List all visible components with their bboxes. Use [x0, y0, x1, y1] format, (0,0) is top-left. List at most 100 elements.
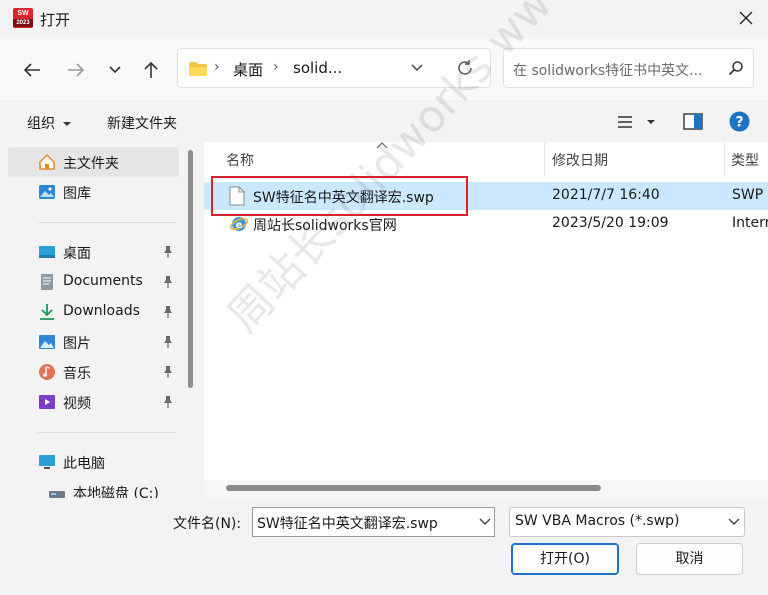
pin-icon[interactable] [162, 365, 174, 379]
sidebar-item-music[interactable]: 音乐 [8, 357, 179, 387]
annotation-highlight-box [211, 176, 468, 216]
arrow-up-icon [144, 61, 158, 78]
arrow-right-icon [68, 63, 85, 77]
cancel-button[interactable]: 取消 [636, 543, 743, 575]
sort-ascending-icon [376, 142, 388, 149]
svg-text:e: e [236, 220, 243, 231]
sidebar-item-documents[interactable]: Documents [8, 267, 179, 297]
sidebar-item-label: 桌面 [63, 246, 91, 262]
chevron-down-icon [109, 66, 121, 74]
sidebar-item-downloads[interactable]: Downloads [8, 297, 179, 327]
recent-locations-button[interactable] [101, 56, 129, 84]
up-button[interactable] [137, 56, 165, 84]
home-icon [39, 153, 55, 170]
file-modified: 2021/7/7 16:40 [552, 187, 660, 203]
preview-pane-icon[interactable] [683, 113, 703, 130]
folder-icon [189, 62, 207, 76]
column-header-type[interactable]: 类型 [725, 142, 768, 176]
solidworks-app-icon: SW 2023 [13, 8, 33, 28]
internet-shortcut-icon: e [229, 217, 249, 231]
dialog-footer: 文件名(N): SW特征名中英文翻译宏.swp SW VBA Macros (*… [0, 498, 768, 595]
sidebar-item-label: 主文件夹 [63, 156, 119, 172]
refresh-icon[interactable] [456, 59, 474, 77]
filename-value: SW特征名中英文翻译宏.swp [257, 516, 438, 532]
view-list-icon[interactable] [617, 115, 633, 129]
pin-icon[interactable] [162, 335, 174, 349]
sidebar-scrollbar[interactable] [188, 150, 193, 388]
breadcrumb-current-folder[interactable]: solid... [293, 59, 342, 77]
breadcrumb-desktop[interactable]: 桌面 [233, 59, 263, 80]
pin-icon[interactable] [162, 275, 174, 289]
sidebar-item-label: 此电脑 [63, 456, 105, 472]
downloads-icon [40, 304, 54, 320]
sidebar-item-gallery[interactable]: 图库 [8, 177, 179, 207]
pictures-icon [39, 335, 55, 349]
pin-icon[interactable] [162, 395, 174, 409]
view-options-caret-icon[interactable] [646, 118, 656, 126]
organize-menu[interactable]: 组织 [27, 113, 72, 133]
breadcrumb-separator-icon: › [214, 59, 220, 75]
svg-text:?: ? [735, 115, 743, 131]
sidebar-item-label: Downloads [63, 303, 140, 319]
sidebar-item-local-disk[interactable]: 本地磁盘 (C:) [18, 477, 189, 498]
sidebar-item-this-pc[interactable]: 此电脑 [8, 447, 179, 477]
address-history-chevron-icon[interactable] [410, 61, 424, 75]
sidebar-item-label: 音乐 [63, 366, 91, 382]
sidebar-item-label: Documents [63, 273, 143, 289]
column-header-label: 类型 [731, 153, 759, 169]
file-type: SWP [732, 187, 764, 203]
window-title: 打开 [40, 11, 71, 29]
column-header-modified[interactable]: 修改日期 [545, 142, 725, 176]
organize-label: 组织 [27, 116, 55, 132]
sidebar-item-pictures[interactable]: 图片 [8, 327, 179, 357]
new-folder-button[interactable]: 新建文件夹 [107, 113, 177, 133]
command-toolbar: 组织 新建文件夹 ? [0, 100, 768, 142]
pin-icon[interactable] [162, 305, 174, 319]
open-button[interactable]: 打开(O) [511, 543, 619, 575]
column-header-name[interactable]: 名称 [204, 142, 544, 176]
help-icon[interactable]: ? [729, 111, 750, 132]
sidebar-item-label: 图片 [63, 336, 91, 352]
breadcrumb-separator-icon: › [273, 59, 279, 75]
close-button[interactable] [728, 2, 764, 34]
sidebar-divider [38, 432, 176, 433]
horizontal-scrollbar[interactable] [226, 485, 601, 491]
column-header-label: 修改日期 [552, 153, 608, 169]
drive-icon [49, 491, 65, 498]
sidebar-item-label: 视频 [63, 396, 91, 412]
arrow-left-icon [23, 63, 40, 77]
address-bar[interactable]: › 桌面 › solid... [177, 48, 491, 88]
column-header-label: 名称 [226, 153, 254, 169]
computer-icon [39, 455, 55, 469]
gallery-icon [39, 185, 55, 199]
file-modified: 2023/5/20 19:09 [552, 215, 669, 231]
filetype-value: SW VBA Macros (*.swp) [515, 513, 680, 529]
documents-icon [41, 274, 53, 290]
sidebar-item-label: 图库 [63, 186, 91, 202]
filename-input[interactable]: SW特征名中英文翻译宏.swp [252, 507, 495, 537]
sidebar-item-home[interactable]: 主文件夹 [8, 147, 179, 177]
sidebar-divider [38, 222, 176, 223]
chevron-down-icon[interactable] [479, 517, 491, 527]
sidebar-item-label: 本地磁盘 (C:) [73, 486, 159, 498]
file-name: 周站长solidworks官网 [253, 218, 397, 234]
music-icon [39, 364, 55, 380]
search-placeholder: 在 solidworks特征书中英文... [513, 63, 703, 79]
app-icon-text: SW [17, 10, 29, 17]
sidebar-item-desktop[interactable]: 桌面 [8, 237, 179, 267]
pin-icon[interactable] [162, 245, 174, 259]
search-icon[interactable] [728, 60, 744, 76]
sidebar-item-videos[interactable]: 视频 [8, 387, 179, 417]
app-icon-year: 2023 [13, 19, 33, 27]
desktop-icon [39, 246, 55, 258]
filetype-select[interactable]: SW VBA Macros (*.swp) [509, 507, 745, 537]
file-type: Interr [732, 215, 768, 231]
back-button[interactable] [18, 56, 46, 84]
title-bar: SW 2023 打开 [0, 0, 768, 38]
chevron-down-icon [728, 518, 740, 525]
forward-button[interactable] [62, 56, 90, 84]
search-box[interactable]: 在 solidworks特征书中英文... [503, 48, 754, 88]
close-icon [739, 11, 753, 25]
caret-down-icon [63, 122, 72, 126]
navigation-pane: 主文件夹 图库 桌面 Documents Downloads 图片 音乐 视频 … [8, 142, 198, 498]
